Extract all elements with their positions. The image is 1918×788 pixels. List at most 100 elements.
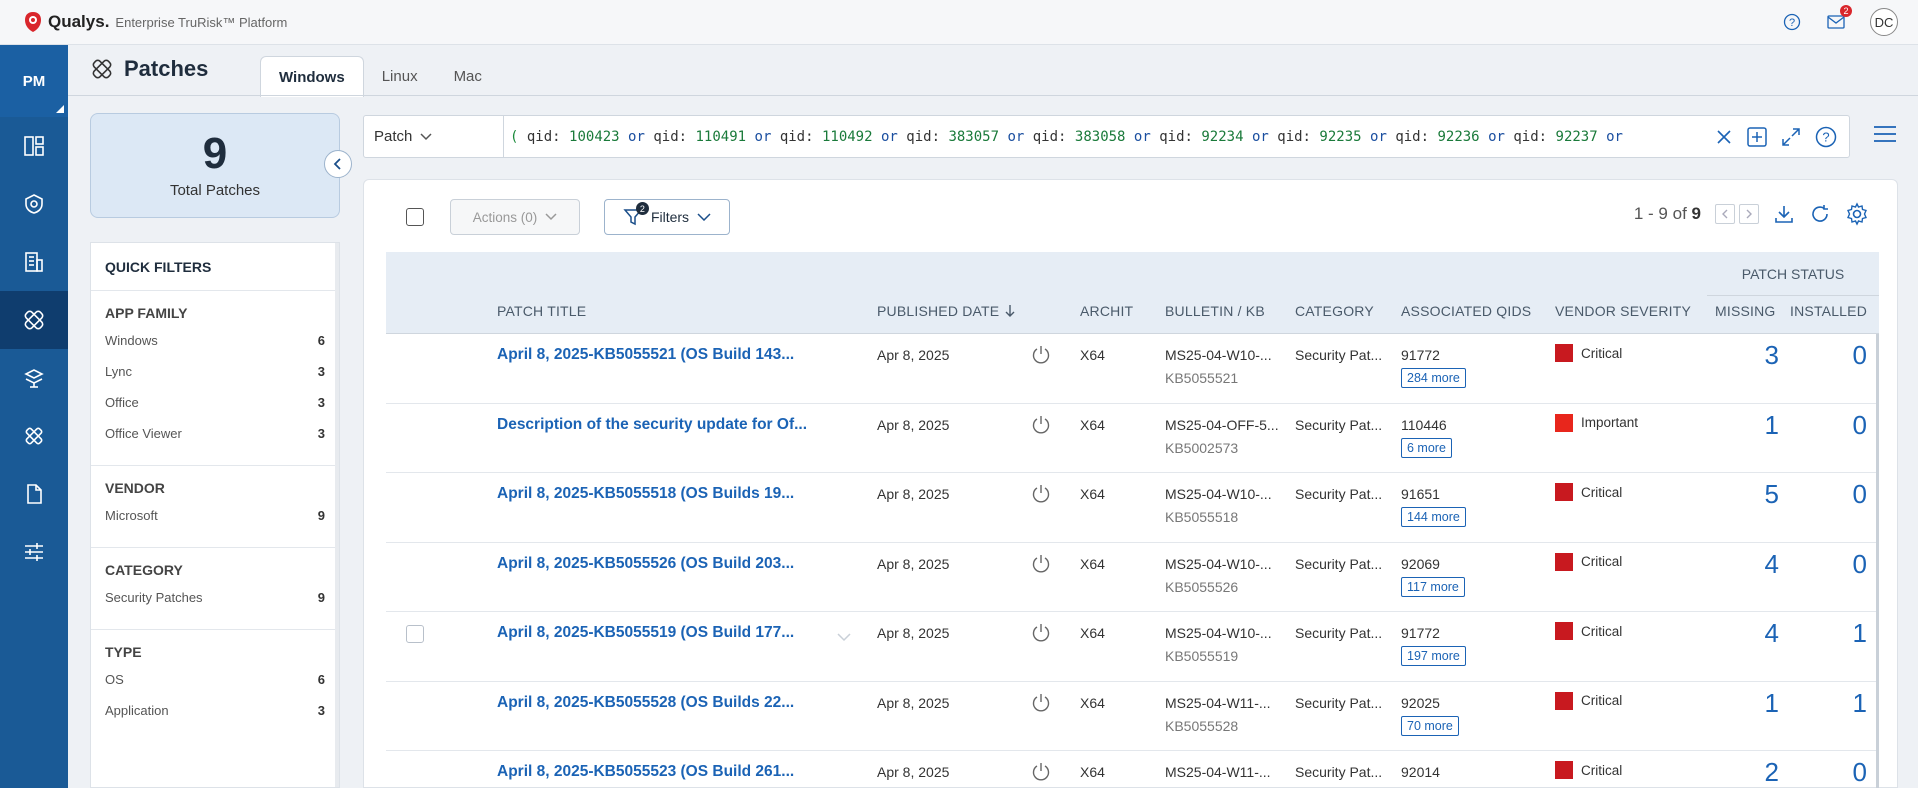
- table-row[interactable]: April 8, 2025-KB5055518 (OS Builds 19...…: [386, 473, 1879, 543]
- query-help-icon[interactable]: ?: [1815, 126, 1837, 148]
- installed-count[interactable]: 0: [1853, 410, 1867, 441]
- collapse-sidebar-button[interactable]: [324, 150, 352, 178]
- expand-icon[interactable]: [1781, 127, 1801, 147]
- installed-count[interactable]: 0: [1853, 340, 1867, 371]
- installed-count[interactable]: 0: [1853, 479, 1867, 510]
- qids-more-button[interactable]: 284 more: [1401, 368, 1466, 388]
- col-associated-qids[interactable]: ASSOCIATED QIDS: [1401, 303, 1531, 319]
- module-switcher[interactable]: PM: [0, 45, 68, 117]
- help-icon[interactable]: ?: [1782, 12, 1802, 32]
- search-type-dropdown[interactable]: Patch: [364, 116, 504, 157]
- table-row[interactable]: April 8, 2025-KB5055528 (OS Builds 22...…: [386, 682, 1879, 751]
- missing-count[interactable]: 4: [1765, 549, 1779, 580]
- missing-count[interactable]: 1: [1765, 688, 1779, 719]
- patch-title-link[interactable]: April 8, 2025-KB5055518 (OS Builds 19...: [497, 485, 794, 503]
- settings-gear-icon[interactable]: [1845, 202, 1869, 226]
- vendor-severity: Critical: [1555, 552, 1622, 571]
- qids-more-button[interactable]: 70 more: [1401, 715, 1459, 736]
- query-key: qid:: [1159, 128, 1193, 145]
- filter-item[interactable]: OS 6: [105, 672, 325, 703]
- qids-more-button[interactable]: 144 more: [1401, 507, 1466, 527]
- patch-title-link[interactable]: April 8, 2025-KB5055526 (OS Build 203...: [497, 555, 794, 573]
- next-page-button[interactable]: [1739, 204, 1759, 224]
- installed-count[interactable]: 1: [1853, 688, 1867, 719]
- qualys-logo[interactable]: Qualys. Enterprise TruRisk™ Platform: [24, 11, 287, 33]
- refresh-icon[interactable]: [1809, 203, 1831, 225]
- filter-item[interactable]: Windows 6: [105, 333, 325, 364]
- installed-count[interactable]: 0: [1853, 549, 1867, 580]
- missing-count[interactable]: 3: [1765, 340, 1779, 371]
- chevron-down-icon: [420, 132, 432, 140]
- missing-count[interactable]: 5: [1765, 479, 1779, 510]
- patch-title-link[interactable]: April 8, 2025-KB5055519 (OS Build 177...: [497, 624, 794, 642]
- patch-title-link[interactable]: April 8, 2025-KB5055523 (OS Build 261...: [497, 763, 794, 781]
- installed-count[interactable]: 1: [1853, 618, 1867, 649]
- qids-more-button[interactable]: 197 more: [1401, 646, 1466, 666]
- query-value: 92235: [1319, 128, 1362, 145]
- row-checkbox[interactable]: [406, 625, 424, 643]
- tab-linux[interactable]: Linux: [364, 56, 436, 96]
- qids-more-button[interactable]: 117 more: [1401, 576, 1465, 597]
- hamburger-menu-icon[interactable]: [1872, 124, 1898, 144]
- qids-more-wrap: 6 more: [1401, 434, 1452, 458]
- col-missing[interactable]: MISSING: [1715, 303, 1776, 319]
- table-scrollbar[interactable]: [1876, 334, 1879, 788]
- nav-patches[interactable]: [0, 291, 68, 349]
- filter-item[interactable]: Microsoft 9: [105, 508, 325, 539]
- qids-more-button[interactable]: 6 more: [1401, 437, 1452, 458]
- published-date: Apr 8, 2025: [877, 555, 950, 572]
- download-icon[interactable]: [1773, 203, 1795, 225]
- actions-dropdown[interactable]: Actions (0): [450, 199, 580, 235]
- tab-mac[interactable]: Mac: [436, 56, 500, 96]
- table-row[interactable]: Description of the security update for O…: [386, 404, 1879, 473]
- patch-title-link[interactable]: April 8, 2025-KB5055521 (OS Build 143...: [497, 346, 794, 364]
- table-row[interactable]: April 8, 2025-KB5055521 (OS Build 143...…: [386, 334, 1879, 404]
- col-vendor-severity[interactable]: VENDOR SEVERITY: [1555, 303, 1691, 319]
- filter-item[interactable]: Security Patches 9: [105, 590, 325, 621]
- patch-title-link[interactable]: April 8, 2025-KB5055528 (OS Builds 22...: [497, 694, 794, 712]
- search-bar: Patch ( qid: 100423 or qid: 110491 or qi…: [363, 115, 1850, 158]
- search-query-input[interactable]: ( qid: 100423 or qid: 110491 or qid: 110…: [504, 129, 1715, 145]
- installed-count[interactable]: 0: [1853, 757, 1867, 788]
- nav-deploy[interactable]: [0, 349, 68, 407]
- query-key: qid:: [1277, 128, 1311, 145]
- user-avatar[interactable]: DC: [1870, 8, 1898, 36]
- col-architecture[interactable]: ARCHIT: [1080, 303, 1133, 319]
- notifications-icon[interactable]: 2: [1826, 5, 1852, 32]
- table-row[interactable]: April 8, 2025-KB5055519 (OS Build 177...…: [386, 612, 1879, 682]
- filter-item[interactable]: Office 3: [105, 395, 325, 426]
- filter-item[interactable]: Lync 3: [105, 364, 325, 395]
- nav-assets[interactable]: [0, 233, 68, 291]
- patch-title-link[interactable]: Description of the security update for O…: [497, 416, 807, 434]
- filter-item[interactable]: Application 3: [105, 703, 325, 734]
- building-icon: [25, 252, 43, 272]
- clear-icon[interactable]: [1715, 128, 1733, 146]
- add-query-icon[interactable]: [1747, 126, 1767, 147]
- nav-dashboard[interactable]: [0, 117, 68, 175]
- filters-button[interactable]: 2 Filters: [604, 199, 730, 235]
- prev-page-button[interactable]: [1715, 204, 1735, 224]
- col-bulletin-kb[interactable]: BULLETIN / KB: [1165, 303, 1265, 319]
- missing-count[interactable]: 4: [1765, 618, 1779, 649]
- quick-filters-scrollbar[interactable]: [335, 243, 339, 787]
- tab-windows[interactable]: Windows: [260, 56, 364, 97]
- col-installed[interactable]: INSTALLED: [1790, 303, 1867, 319]
- col-published-date[interactable]: PUBLISHED DATE: [877, 303, 1015, 319]
- severity-swatch: [1555, 413, 1573, 432]
- chevron-down-icon[interactable]: [836, 632, 852, 642]
- col-patch-title[interactable]: PATCH TITLE: [497, 303, 586, 319]
- filter-item-label: Lync: [105, 364, 132, 379]
- nav-configuration[interactable]: [0, 523, 68, 581]
- architecture: X64: [1080, 416, 1105, 433]
- nav-reports[interactable]: [0, 465, 68, 523]
- filter-item[interactable]: Office Viewer 3: [105, 426, 325, 457]
- category: Security Pat...: [1295, 625, 1383, 641]
- table-row[interactable]: April 8, 2025-KB5055526 (OS Build 203...…: [386, 543, 1879, 612]
- col-category[interactable]: CATEGORY: [1295, 303, 1374, 319]
- missing-count[interactable]: 2: [1765, 757, 1779, 788]
- select-all-checkbox[interactable]: [406, 208, 424, 226]
- table-row[interactable]: April 8, 2025-KB5055523 (OS Build 261...…: [386, 751, 1879, 788]
- nav-jobs[interactable]: [0, 407, 68, 465]
- missing-count[interactable]: 1: [1765, 410, 1779, 441]
- nav-security[interactable]: [0, 175, 68, 233]
